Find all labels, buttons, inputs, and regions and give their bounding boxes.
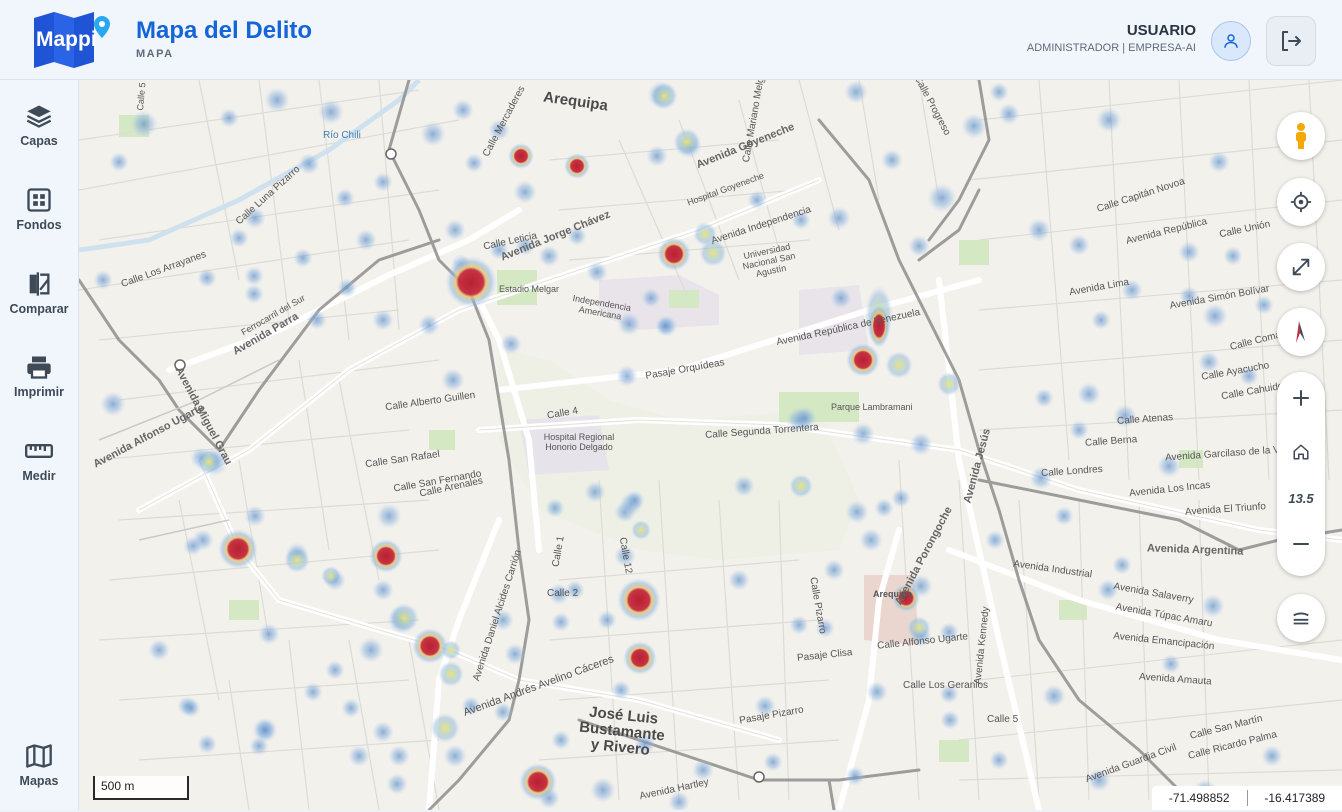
crime-heatmap[interactable]: Calle 5 Calle Luna Pizarro Calle Los Arr… [79,80,1342,810]
logout-button[interactable] [1266,16,1316,66]
map-label-place: Parque Lambramani [831,402,913,412]
minus-icon [1291,534,1311,554]
sidebar-item-mapas[interactable]: Mapas [0,742,78,812]
sidebar-item-capas[interactable]: Capas [0,102,78,172]
sidebar-item-label: Medir [0,469,78,483]
longitude-value: -71.498852 [1152,791,1247,805]
map-label-place: Estadio Melgar [499,284,559,294]
page-title: Mapa del Delito [136,17,312,45]
street-view-button[interactable] [1277,112,1325,160]
locate-button[interactable] [1277,178,1325,226]
sidebar-item-label: Capas [0,134,78,148]
sidebar-item-imprimir[interactable]: Imprimir [0,353,78,423]
sidebar-item-label: Comparar [0,302,78,316]
grid-icon [25,186,53,214]
pegman-icon [1290,122,1312,150]
map-label: Calle 2 [547,588,578,599]
app-header: Mappi Mapa del Delito MAPA USUARIO ADMIN… [0,0,1342,80]
home-button[interactable] [1277,432,1325,472]
map-icon [25,742,53,770]
latitude-value: -16.417389 [1248,791,1342,805]
legend-button[interactable] [1277,594,1325,642]
logo-text: Mappi [36,28,97,51]
map-label: Calle Los Geranios [903,680,988,691]
district-label: Arequipa [873,590,912,599]
printer-icon [25,353,53,381]
sidebar-item-fondos[interactable]: Fondos [0,186,78,256]
user-name: USUARIO [1127,22,1196,39]
page-subtitle: MAPA [136,48,174,60]
expand-icon [1290,256,1312,278]
fullscreen-button[interactable] [1277,243,1325,291]
compare-icon [25,270,53,298]
plus-icon [1291,388,1311,408]
sidebar: Capas Fondos Comparar Imprimir Medir [0,80,79,810]
user-role: ADMINISTRADOR | EMPRESA-AI [1027,42,1196,54]
sidebar-item-label: Imprimir [0,385,78,399]
compass-button[interactable] [1277,308,1325,356]
sidebar-item-comparar[interactable]: Comparar [0,270,78,340]
home-icon [1292,443,1310,461]
legend-icon [1290,607,1312,629]
sidebar-item-medir[interactable]: Medir [0,437,78,507]
map-label-place: Hospital Regional Honorio Delgado [539,432,619,452]
map-label: Río Chili [323,130,361,141]
app-logo[interactable]: Mappi [30,12,110,68]
crosshair-icon [1290,191,1312,213]
zoom-out-button[interactable] [1277,524,1325,564]
sidebar-item-label: Mapas [0,774,78,788]
sidebar-item-label: Fondos [0,218,78,232]
user-icon [1222,32,1240,50]
user-avatar-button[interactable] [1211,21,1251,61]
scale-bar: 500 m [93,776,189,800]
coordinates-readout: -71.498852 -16.417389 [1152,786,1342,810]
zoom-level: 13.5 [1288,491,1313,506]
logout-icon [1279,29,1303,53]
map-label: Calle 5 [987,714,1018,725]
ruler-icon [25,437,53,465]
zoom-level-display: 13.5 [1277,478,1325,518]
zoom-in-button[interactable] [1277,378,1325,418]
layers-icon [25,102,53,130]
zoom-control: 13.5 [1277,372,1325,576]
compass-icon [1291,319,1311,345]
